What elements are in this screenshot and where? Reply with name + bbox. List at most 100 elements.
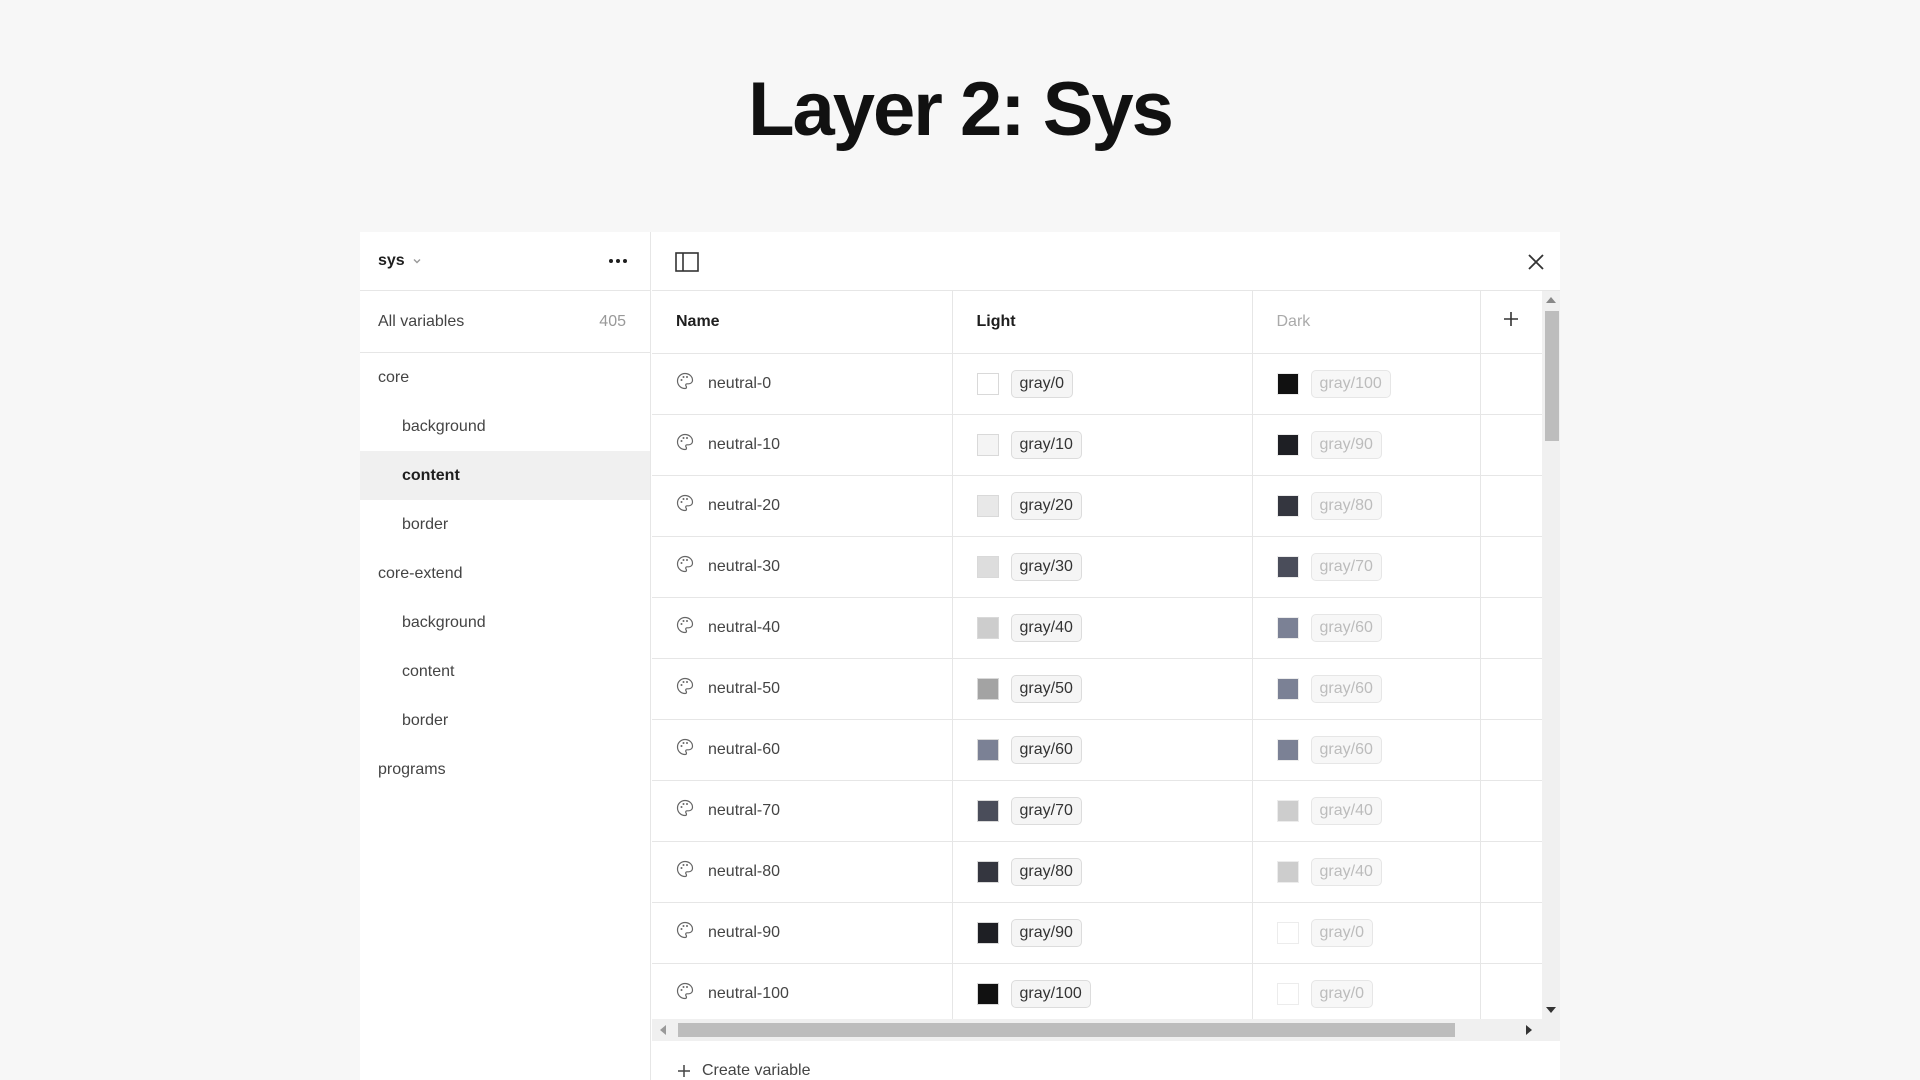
table-row[interactable]: neutral-100 gray/100 gray/0 [652, 963, 1542, 1019]
table-row[interactable]: neutral-0 gray/0 gray/100 [652, 353, 1542, 415]
light-value-cell[interactable]: gray/50 [951, 658, 1252, 720]
alias-pill[interactable]: gray/100 [1010, 979, 1091, 1008]
alias-pill[interactable]: gray/80 [1310, 491, 1382, 520]
color-swatch[interactable] [1276, 677, 1299, 700]
sidebar-group-programs[interactable]: programs [360, 745, 650, 794]
color-swatch[interactable] [976, 982, 999, 1005]
table-row[interactable]: neutral-90 gray/90 gray/0 [652, 902, 1542, 964]
variable-name-cell[interactable]: neutral-90 [652, 902, 952, 964]
alias-pill[interactable]: gray/70 [1010, 796, 1082, 825]
dark-value-cell[interactable]: gray/60 [1251, 658, 1480, 720]
color-swatch[interactable] [1276, 738, 1299, 761]
dark-value-cell[interactable]: gray/70 [1251, 536, 1480, 598]
color-swatch[interactable] [976, 555, 999, 578]
table-row[interactable]: neutral-60 gray/60 gray/60 [652, 719, 1542, 781]
table-row[interactable]: neutral-70 gray/70 gray/40 [652, 780, 1542, 842]
create-variable-button[interactable]: Create variable [676, 1062, 811, 1080]
dark-value-cell[interactable]: gray/100 [1251, 353, 1480, 415]
vertical-scrollbar[interactable] [1542, 291, 1560, 1019]
dark-value-cell[interactable]: gray/40 [1251, 841, 1480, 903]
horizontal-scrollbar[interactable] [652, 1019, 1560, 1041]
sidebar-panel-icon[interactable] [675, 252, 699, 272]
light-value-cell[interactable]: gray/10 [951, 414, 1252, 476]
dark-value-cell[interactable]: gray/0 [1251, 902, 1480, 964]
alias-pill[interactable]: gray/30 [1010, 552, 1082, 581]
collection-dropdown[interactable]: sys [378, 252, 423, 270]
table-row[interactable]: neutral-50 gray/50 gray/60 [652, 658, 1542, 720]
light-value-cell[interactable]: gray/40 [951, 597, 1252, 659]
color-swatch[interactable] [976, 616, 999, 639]
more-options-icon[interactable] [604, 249, 632, 273]
light-value-cell[interactable]: gray/90 [951, 902, 1252, 964]
column-header-light[interactable]: Light [951, 291, 1252, 354]
color-swatch[interactable] [1276, 799, 1299, 822]
scroll-right-arrow-icon[interactable] [1526, 1025, 1532, 1035]
color-swatch[interactable] [976, 677, 999, 700]
alias-pill[interactable]: gray/0 [1310, 918, 1373, 947]
sidebar-group-core[interactable]: core [360, 353, 650, 402]
scroll-down-arrow-icon[interactable] [1546, 1007, 1556, 1013]
alias-pill[interactable]: gray/10 [1010, 430, 1082, 459]
sidebar-item-core-border[interactable]: border [360, 500, 650, 549]
color-swatch[interactable] [976, 738, 999, 761]
color-swatch[interactable] [976, 921, 999, 944]
alias-pill[interactable]: gray/40 [1310, 796, 1382, 825]
variable-name-cell[interactable]: neutral-30 [652, 536, 952, 598]
dark-value-cell[interactable]: gray/60 [1251, 719, 1480, 781]
color-swatch[interactable] [976, 494, 999, 517]
variable-name-cell[interactable]: neutral-50 [652, 658, 952, 720]
color-swatch[interactable] [976, 860, 999, 883]
sidebar-item-core-background[interactable]: background [360, 402, 650, 451]
alias-pill[interactable]: gray/0 [1310, 979, 1373, 1008]
variable-name-cell[interactable]: neutral-10 [652, 414, 952, 476]
color-swatch[interactable] [1276, 494, 1299, 517]
variable-name-cell[interactable]: neutral-80 [652, 841, 952, 903]
dark-value-cell[interactable]: gray/40 [1251, 780, 1480, 842]
horizontal-scroll-thumb[interactable] [678, 1023, 1455, 1037]
light-value-cell[interactable]: gray/0 [951, 353, 1252, 415]
column-header-dark[interactable]: Dark [1251, 291, 1480, 354]
color-swatch[interactable] [976, 372, 999, 395]
alias-pill[interactable]: gray/60 [1010, 735, 1082, 764]
vertical-scroll-thumb[interactable] [1545, 311, 1559, 441]
alias-pill[interactable]: gray/70 [1310, 552, 1382, 581]
scroll-left-arrow-icon[interactable] [660, 1025, 666, 1035]
alias-pill[interactable]: gray/0 [1010, 369, 1073, 398]
dark-value-cell[interactable]: gray/90 [1251, 414, 1480, 476]
alias-pill[interactable]: gray/100 [1310, 369, 1391, 398]
variable-name-cell[interactable]: neutral-20 [652, 475, 952, 537]
color-swatch[interactable] [1276, 860, 1299, 883]
color-swatch[interactable] [976, 433, 999, 456]
close-icon[interactable] [1526, 252, 1546, 272]
light-value-cell[interactable]: gray/70 [951, 780, 1252, 842]
dark-value-cell[interactable]: gray/80 [1251, 475, 1480, 537]
dark-value-cell[interactable]: gray/0 [1251, 963, 1480, 1019]
alias-pill[interactable]: gray/60 [1310, 613, 1382, 642]
variable-name-cell[interactable]: neutral-40 [652, 597, 952, 659]
alias-pill[interactable]: gray/60 [1310, 674, 1382, 703]
color-swatch[interactable] [1276, 372, 1299, 395]
sidebar-item-core-extend-background[interactable]: background [360, 598, 650, 647]
column-header-name[interactable]: Name [652, 291, 952, 354]
alias-pill[interactable]: gray/90 [1310, 430, 1382, 459]
table-row[interactable]: neutral-20 gray/20 gray/80 [652, 475, 1542, 537]
light-value-cell[interactable]: gray/60 [951, 719, 1252, 781]
table-row[interactable]: neutral-10 gray/10 gray/90 [652, 414, 1542, 476]
color-swatch[interactable] [1276, 982, 1299, 1005]
alias-pill[interactable]: gray/40 [1310, 857, 1382, 886]
scroll-up-arrow-icon[interactable] [1546, 297, 1556, 303]
alias-pill[interactable]: gray/80 [1010, 857, 1082, 886]
color-swatch[interactable] [1276, 433, 1299, 456]
color-swatch[interactable] [976, 799, 999, 822]
sidebar-group-core-extend[interactable]: core-extend [360, 549, 650, 598]
variable-name-cell[interactable]: neutral-70 [652, 780, 952, 842]
table-row[interactable]: neutral-40 gray/40 gray/60 [652, 597, 1542, 659]
table-row[interactable]: neutral-80 gray/80 gray/40 [652, 841, 1542, 903]
table-row[interactable]: neutral-30 gray/30 gray/70 [652, 536, 1542, 598]
add-mode-button[interactable] [1479, 291, 1542, 354]
alias-pill[interactable]: gray/90 [1010, 918, 1082, 947]
alias-pill[interactable]: gray/20 [1010, 491, 1082, 520]
color-swatch[interactable] [1276, 555, 1299, 578]
light-value-cell[interactable]: gray/80 [951, 841, 1252, 903]
sidebar-item-core-extend-border[interactable]: border [360, 696, 650, 745]
